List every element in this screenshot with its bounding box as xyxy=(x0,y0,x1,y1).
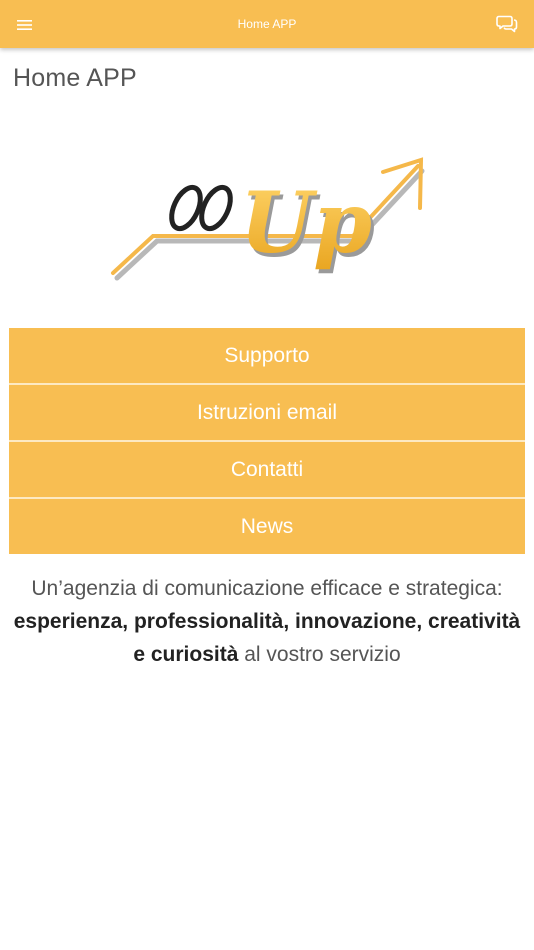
menu-item-contatti[interactable]: Contatti xyxy=(9,442,525,499)
menu-item-istruzioni-email[interactable]: Istruzioni email xyxy=(9,385,525,442)
main-menu: Supporto Istruzioni email Contatti News xyxy=(9,328,525,554)
header-title: Home APP xyxy=(237,17,297,31)
menu-item-supporto[interactable]: Supporto xyxy=(9,328,525,385)
tagline-intro: Un’agenzia di comunicazione efficace e s… xyxy=(31,577,503,600)
app-header: Home APP xyxy=(0,0,534,48)
arrow-up-logo: Up Up xyxy=(111,157,425,281)
company-logo: Up Up xyxy=(100,150,434,290)
chat-button[interactable] xyxy=(494,11,520,37)
menu-item-news[interactable]: News xyxy=(9,499,525,554)
tagline: Un’agenzia di comunicazione efficace e s… xyxy=(6,572,528,671)
chat-bubbles-icon xyxy=(496,15,518,33)
page-title: Home APP xyxy=(13,64,137,92)
svg-text:Up: Up xyxy=(240,173,372,272)
tagline-outro: al vostro servizio xyxy=(238,643,401,666)
